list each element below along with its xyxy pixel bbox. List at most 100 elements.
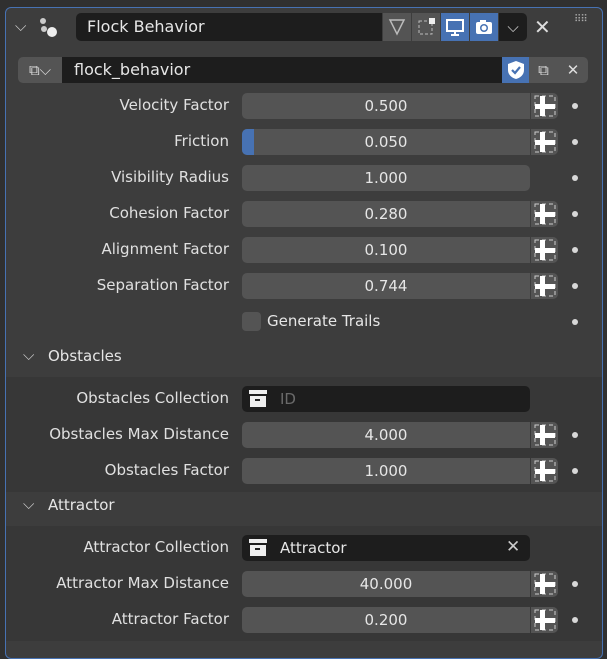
number-field[interactable]: 1.000	[242, 458, 530, 484]
duplicate-button[interactable]: ⧉	[529, 57, 558, 83]
attractor-chevron-icon[interactable]: ⌵	[23, 495, 34, 513]
generate-trails-label: Generate Trails	[267, 312, 381, 330]
render-toggle[interactable]	[470, 13, 498, 41]
node-socket-icon	[534, 460, 555, 482]
close-icon: ✕	[566, 61, 580, 79]
number-field[interactable]: 0.100	[242, 237, 530, 263]
number-field[interactable]: 0.200	[242, 607, 530, 633]
chevron-down-icon: ⌵	[507, 18, 519, 36]
collection-placeholder: ID	[280, 390, 296, 408]
property-label: Cohesion Factor	[109, 204, 229, 222]
property-label: Attractor Max Distance	[56, 574, 229, 592]
modifier-name-input[interactable]: Flock Behavior	[76, 13, 382, 41]
unlink-button[interactable]: ✕	[558, 57, 588, 83]
use-attribute-toggle[interactable]	[531, 458, 558, 484]
number-value: 1.000	[364, 169, 408, 187]
use-attribute-toggle[interactable]	[531, 237, 558, 263]
generate-trails-checkbox[interactable]	[242, 312, 261, 331]
modifier-panel: ⌵ Flock Behavior ⌵ ✕ ⠿⠿ ⧉⌵ flock_behavio…	[5, 7, 603, 659]
node-group-browse-button[interactable]: ⧉⌵	[18, 57, 62, 83]
keyframe-dot[interactable]	[572, 139, 578, 145]
obstacles-collection-field[interactable]: ID	[242, 386, 530, 412]
clear-collection-button[interactable]: ✕	[506, 537, 520, 557]
node-tree-icon: ⧉⌵	[28, 61, 52, 79]
use-attribute-toggle[interactable]	[531, 607, 558, 633]
number-value: 40.000	[359, 575, 413, 593]
keyframe-dot[interactable]	[572, 247, 578, 253]
use-attribute-toggle[interactable]	[531, 129, 558, 155]
obstacles-header[interactable]: Obstacles	[48, 347, 122, 365]
keyframe-dot[interactable]	[572, 617, 578, 623]
viewport-icon	[446, 19, 464, 36]
copy-icon: ⧉	[538, 61, 549, 79]
close-icon: ✕	[506, 537, 521, 557]
node-socket-icon	[534, 573, 555, 595]
modifier-menu-dropdown[interactable]: ⌵	[499, 13, 527, 41]
collection-box-icon	[249, 390, 267, 407]
number-value: 4.000	[364, 426, 408, 444]
number-field[interactable]: 4.000	[242, 422, 530, 448]
keyframe-dot[interactable]	[572, 211, 578, 217]
node-socket-icon	[534, 239, 555, 261]
shield-check-icon	[507, 61, 524, 79]
collection-box-icon	[249, 539, 267, 556]
close-icon: ✕	[534, 15, 551, 39]
obstacles-chevron-icon[interactable]: ⌵	[23, 346, 34, 364]
property-label: Attractor Factor	[111, 610, 229, 628]
keyframe-dot[interactable]	[572, 103, 578, 109]
number-field[interactable]: 0.280	[242, 201, 530, 227]
number-value: 0.500	[364, 97, 408, 115]
use-attribute-toggle[interactable]	[531, 422, 558, 448]
use-attribute-toggle[interactable]	[531, 273, 558, 299]
property-label: Obstacles Max Distance	[49, 425, 229, 443]
number-field[interactable]: 0.744	[242, 273, 530, 299]
viewport-toggle[interactable]	[441, 13, 469, 41]
number-field[interactable]: 0.050	[242, 129, 530, 155]
keyframe-dot[interactable]	[572, 283, 578, 289]
property-label: Separation Factor	[96, 276, 229, 294]
fake-user-toggle[interactable]	[502, 57, 529, 83]
node-socket-icon	[534, 424, 555, 446]
remove-modifier-button[interactable]: ✕	[534, 15, 551, 39]
number-value: 0.050	[364, 133, 408, 151]
use-attribute-toggle[interactable]	[531, 201, 558, 227]
keyframe-dot[interactable]	[572, 175, 578, 181]
use-attribute-toggle[interactable]	[531, 571, 558, 597]
collapse-chevron-icon[interactable]: ⌵	[15, 17, 26, 35]
edit-mode-icon	[388, 19, 406, 36]
keyframe-dot[interactable]	[572, 581, 578, 587]
keyframe-dot[interactable]	[572, 468, 578, 474]
obstacles-collection-label: Obstacles Collection	[76, 389, 229, 407]
cage-toggle[interactable]	[412, 13, 440, 41]
property-label: Alignment Factor	[101, 240, 229, 258]
collection-value: Attractor	[280, 539, 347, 557]
node-socket-icon	[534, 131, 555, 153]
number-value: 0.100	[364, 241, 408, 259]
node-socket-icon	[534, 609, 555, 631]
property-label: Obstacles Factor	[104, 461, 229, 479]
attractor-collection-field[interactable]: Attractor	[242, 535, 530, 561]
drag-handle-icon[interactable]: ⠿⠿	[574, 14, 588, 25]
number-field[interactable]: 40.000	[242, 571, 530, 597]
value-fill	[242, 129, 254, 155]
number-field[interactable]: 0.500	[242, 93, 530, 119]
number-field[interactable]: 1.000	[242, 165, 530, 191]
number-value: 0.200	[364, 611, 408, 629]
property-label: Velocity Factor	[119, 96, 229, 114]
keyframe-dot[interactable]	[572, 319, 578, 325]
attractor-header[interactable]: Attractor	[48, 496, 115, 514]
number-value: 1.000	[364, 462, 408, 480]
edit-mode-toggle[interactable]	[383, 13, 411, 41]
node-socket-icon	[534, 95, 555, 117]
attractor-collection-label: Attractor Collection	[83, 538, 229, 556]
render-camera-icon	[476, 20, 492, 34]
node-group-name-input[interactable]: flock_behavior	[62, 57, 502, 83]
use-attribute-toggle[interactable]	[531, 93, 558, 119]
property-label: Visibility Radius	[111, 168, 229, 186]
geometry-nodes-icon	[40, 18, 57, 37]
number-value: 0.744	[364, 277, 408, 295]
keyframe-dot[interactable]	[572, 432, 578, 438]
cage-icon	[418, 18, 435, 35]
property-label: Friction	[174, 132, 229, 150]
number-value: 0.280	[364, 205, 408, 223]
